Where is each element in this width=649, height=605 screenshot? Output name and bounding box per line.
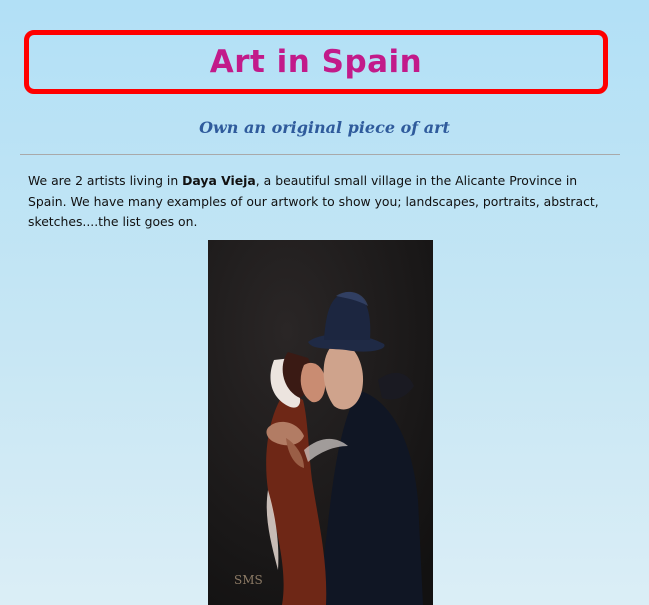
painting-image: SMS <box>208 240 433 605</box>
painting-signature: SMS <box>234 573 263 587</box>
intro-text-before: We are 2 artists living in <box>28 173 183 188</box>
page-title: Art in Spain <box>209 44 423 80</box>
intro-village-name: Daya Vieja <box>182 173 256 188</box>
divider <box>20 154 620 155</box>
intro-paragraph: We are 2 artists living in Daya Vieja, a… <box>28 171 618 233</box>
page-title-box: Art in Spain <box>24 30 608 94</box>
page-subtitle: Own an original piece of art <box>199 118 450 137</box>
